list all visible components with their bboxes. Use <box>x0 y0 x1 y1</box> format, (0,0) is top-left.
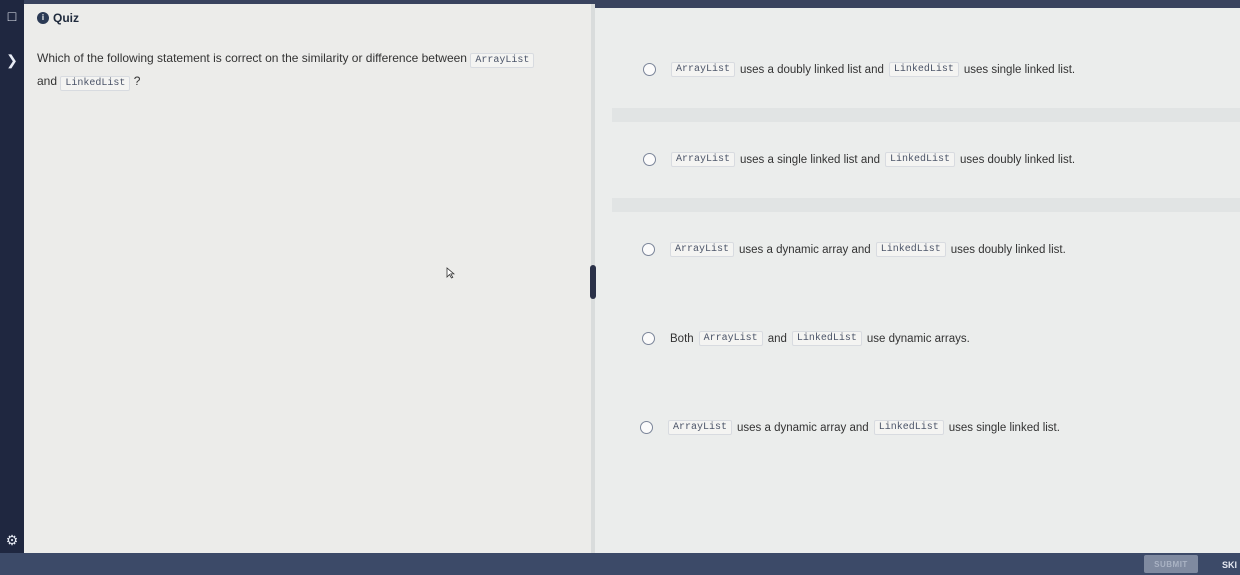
radio-button[interactable] <box>643 153 656 166</box>
option-code: ArrayList <box>671 62 736 77</box>
option-text: uses a dynamic array and <box>739 243 871 256</box>
option-code: LinkedList <box>791 331 862 346</box>
option-text: uses a dynamic array and <box>737 421 869 434</box>
answer-band <box>612 198 1240 212</box>
option-code: LinkedList <box>888 62 959 77</box>
code-linkedlist: LinkedList <box>60 76 131 91</box>
code-arraylist: ArrayList <box>470 53 535 68</box>
answer-option[interactable]: ArrayList uses a dynamic array and LinkedL… <box>640 420 1060 435</box>
option-text: uses single linked list. <box>963 63 1076 76</box>
radio-button[interactable] <box>642 243 655 256</box>
quiz-header: i Quiz <box>37 10 79 26</box>
answer-option[interactable]: Both ArrayList and LinkedList use dynamic ar… <box>642 331 970 346</box>
option-code: ArrayList <box>698 331 763 346</box>
option-text: and <box>767 332 787 345</box>
option-code: ArrayList <box>670 242 735 257</box>
settings-icon[interactable]: ⚙ <box>0 530 24 550</box>
option-code: ArrayList <box>668 420 733 435</box>
document-icon[interactable]: □ <box>0 6 24 26</box>
option-text: Both <box>670 332 694 345</box>
resize-handle[interactable] <box>590 265 596 299</box>
option-text: uses doubly linked list. <box>960 153 1076 166</box>
question-text: Which of the following statement is corr… <box>37 48 582 94</box>
option-text: uses a single linked list and <box>740 153 881 166</box>
option-text: uses single linked list. <box>948 421 1060 434</box>
option-code: LinkedList <box>885 152 956 167</box>
back-icon[interactable]: ❯ <box>0 50 24 70</box>
radio-button[interactable] <box>642 332 655 345</box>
answers-panel <box>595 8 1240 553</box>
question-prefix: Which of the following statement is corr… <box>37 51 467 65</box>
answer-option[interactable]: ArrayList uses a doubly linked list and Li… <box>643 62 1075 77</box>
option-text: uses doubly linked list. <box>950 243 1066 256</box>
answer-band <box>612 108 1240 122</box>
mouse-cursor-icon <box>446 267 455 279</box>
info-icon: i <box>37 12 49 24</box>
option-code: LinkedList <box>873 420 944 435</box>
quiz-title: Quiz <box>53 11 79 25</box>
footer-bar: SUBMIT SKI <box>0 553 1240 575</box>
answer-option[interactable]: ArrayList uses a dynamic array and LinkedL… <box>642 242 1066 257</box>
option-code: ArrayList <box>671 152 736 167</box>
submit-button[interactable]: SUBMIT <box>1144 555 1198 573</box>
answer-option[interactable]: ArrayList uses a single linked list and Li… <box>643 152 1075 167</box>
skip-link[interactable]: SKI <box>1222 560 1240 570</box>
option-text: use dynamic arrays. <box>866 332 970 345</box>
radio-button[interactable] <box>640 421 653 434</box>
question-middle: and <box>37 74 58 88</box>
option-code: LinkedList <box>875 242 946 257</box>
option-text: uses a doubly linked list and <box>740 63 884 76</box>
left-rail: □ ❯ ⚙ <box>0 0 24 575</box>
radio-button[interactable] <box>643 63 656 76</box>
question-suffix: ? <box>133 74 141 88</box>
